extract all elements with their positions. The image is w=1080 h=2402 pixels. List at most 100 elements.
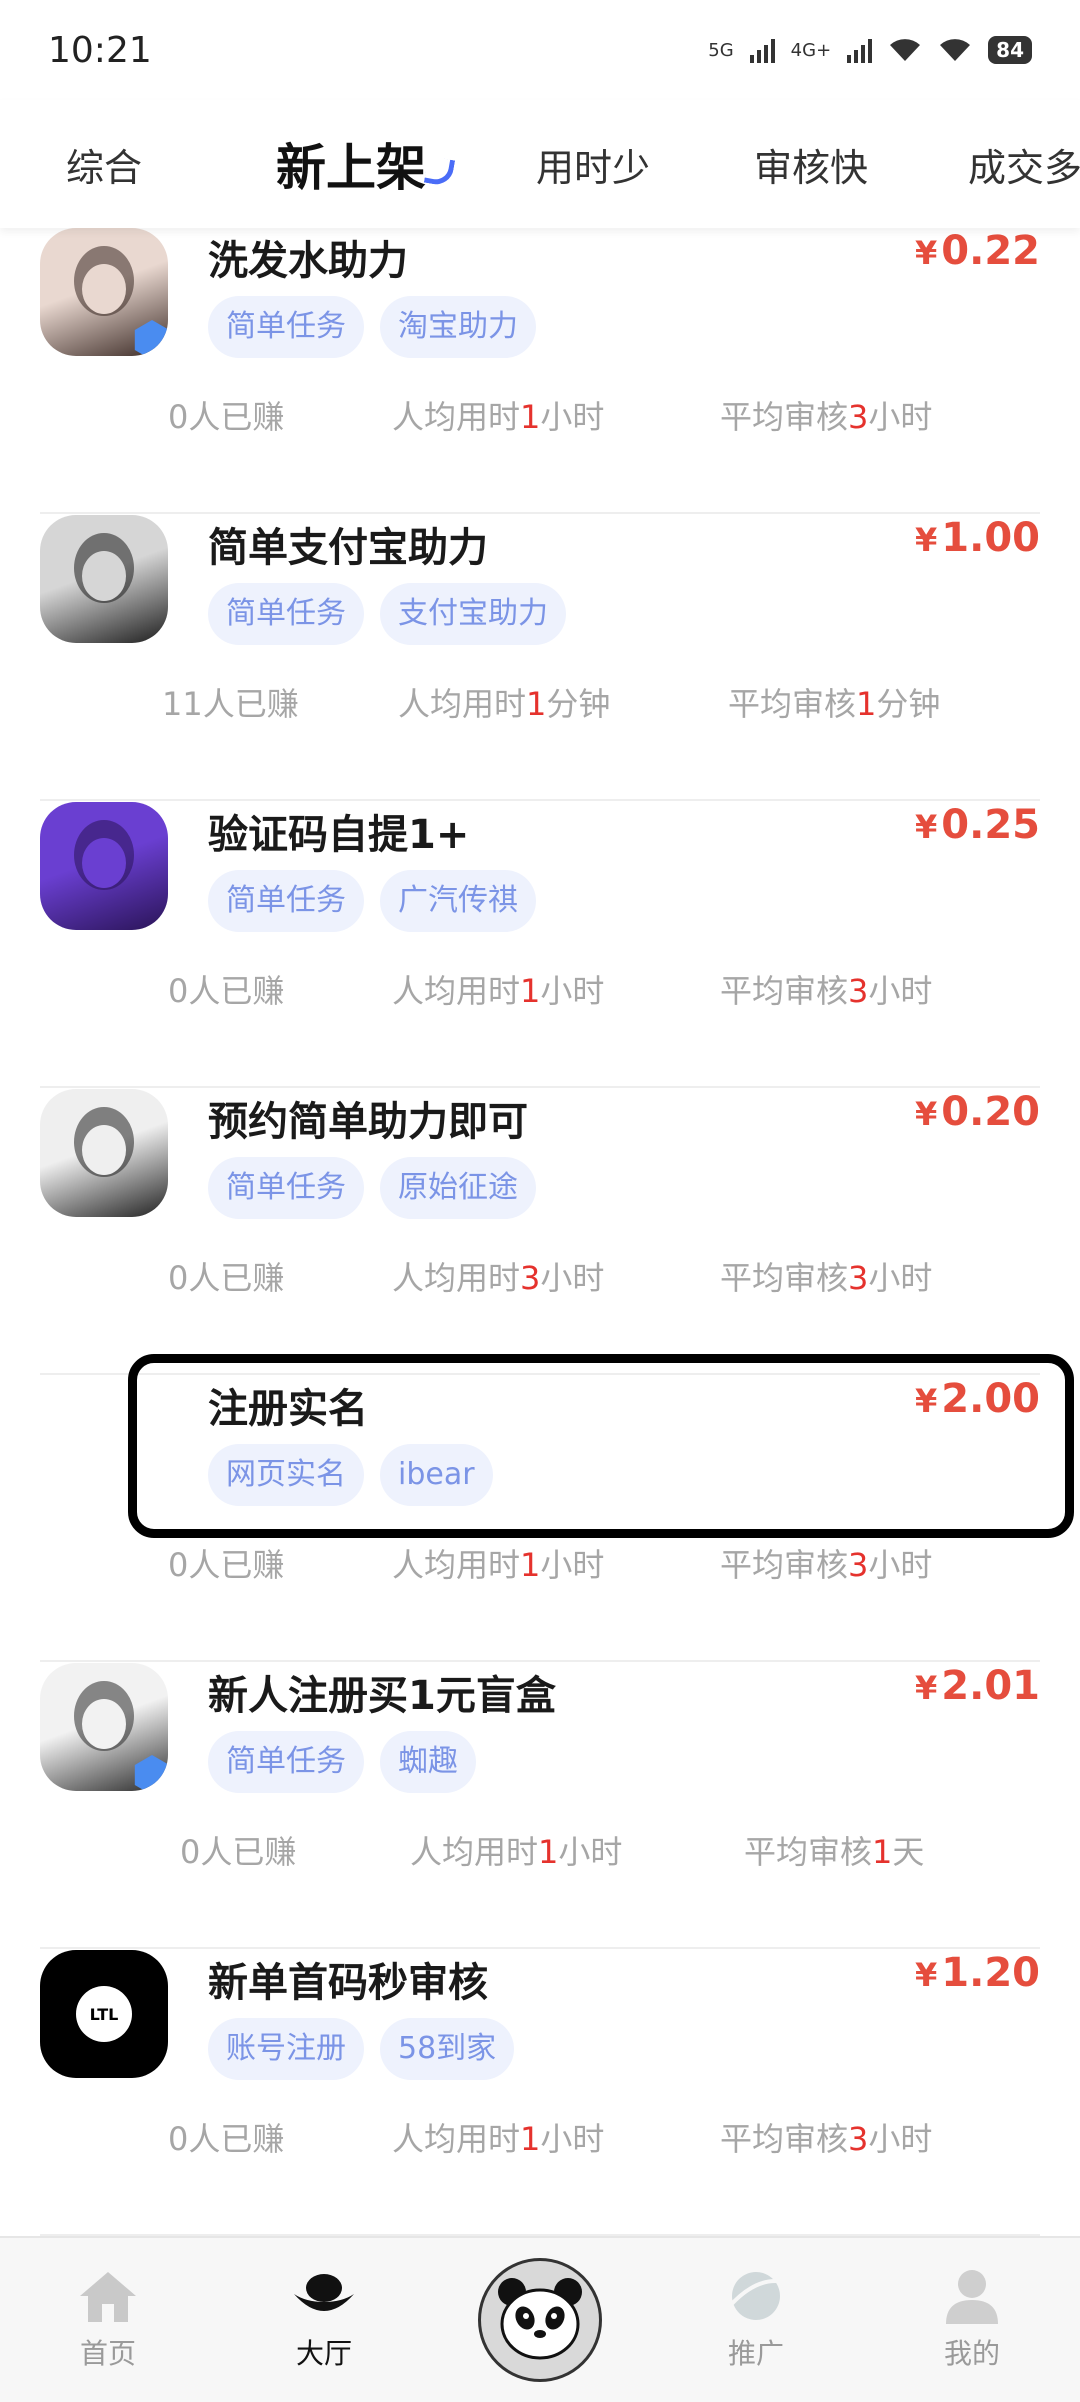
- tab-new-listings[interactable]: 新上架: [276, 128, 426, 200]
- user-icon: [946, 2270, 998, 2324]
- avg-review-unit: 小时: [868, 398, 933, 436]
- avg-time: 人均用时1小时: [392, 392, 604, 438]
- network-5g-label: 5G: [708, 39, 734, 61]
- task-item[interactable]: LTL 新单首码秒审核 ¥1.20 账号注册 58到家 0人已赚 人均用时1小时…: [40, 1950, 1040, 2236]
- avg-review: 平均审核1天: [744, 1827, 924, 1873]
- avg-review-unit: 小时: [868, 1546, 933, 1584]
- avg-time-num: 1: [526, 685, 547, 723]
- tab-most-deals[interactable]: 成交多: [968, 137, 1080, 192]
- earned-count: 11人已赚: [162, 685, 299, 723]
- task-tags: 简单任务 广汽传祺: [208, 870, 536, 932]
- avg-review-unit: 小时: [868, 2120, 933, 2158]
- currency-symbol: ¥: [915, 1956, 938, 1994]
- avg-review: 平均审核3小时: [720, 1540, 932, 1586]
- tab-comprehensive[interactable]: 综合: [66, 137, 142, 192]
- avg-time-num: 1: [520, 1546, 541, 1584]
- avg-time-prefix: 人均用时: [392, 398, 521, 436]
- task-stats: 11人已赚 人均用时1分钟 平均审核1分钟: [40, 679, 1040, 727]
- avg-time-unit: 小时: [540, 398, 605, 436]
- task-item[interactable]: 简单支付宝助力 ¥1.00 简单任务 支付宝助力 11人已赚 人均用时1分钟 平…: [40, 515, 1040, 801]
- center-panda-button[interactable]: [478, 2258, 602, 2382]
- task-tags: 简单任务 支付宝助力: [208, 583, 566, 645]
- avg-review: 平均审核3小时: [720, 2114, 932, 2160]
- avatar[interactable]: [40, 1376, 168, 1504]
- nav-home[interactable]: 首页: [28, 2238, 188, 2402]
- avg-review: 平均审核3小时: [720, 392, 932, 438]
- avg-review-prefix: 平均审核: [720, 2120, 849, 2158]
- avatar[interactable]: [40, 228, 168, 356]
- task-tag: 简单任务: [208, 583, 364, 645]
- avg-review-unit: 天: [892, 1833, 925, 1871]
- nav-home-label: 首页: [79, 2337, 136, 2370]
- avg-review-prefix: 平均审核: [728, 685, 857, 723]
- task-price: ¥0.20: [915, 1089, 1040, 1135]
- task-title: 新单首码秒审核: [208, 1960, 488, 2006]
- avg-time: 人均用时1小时: [410, 1827, 622, 1873]
- tab-fast-review[interactable]: 审核快: [754, 137, 868, 192]
- nav-promote[interactable]: 推广: [676, 2238, 836, 2402]
- task-price: ¥1.20: [915, 1950, 1040, 1996]
- avatar[interactable]: LTL: [40, 1950, 168, 2078]
- price-value: 2.00: [941, 1376, 1040, 1422]
- task-tag: 简单任务: [208, 1157, 364, 1219]
- avatar[interactable]: [40, 1663, 168, 1791]
- task-item[interactable]: 注册实名 ¥2.00 网页实名 ibear 0人已赚 人均用时1小时 平均审核3…: [40, 1376, 1040, 1662]
- task-title: 验证码自提1+: [208, 812, 470, 858]
- panda-icon: [498, 2278, 582, 2360]
- task-item[interactable]: 新人注册买1元盲盒 ¥2.01 简单任务 蜘趣 0人已赚 人均用时1小时 平均审…: [40, 1663, 1040, 1949]
- avg-time: 人均用时1小时: [392, 1540, 604, 1586]
- task-tag: 网页实名: [208, 1444, 364, 1506]
- task-stats: 0人已赚 人均用时1小时 平均审核3小时: [40, 966, 1040, 1014]
- task-tags: 简单任务 淘宝助力: [208, 296, 536, 358]
- task-tag: 简单任务: [208, 870, 364, 932]
- avatar[interactable]: [40, 1089, 168, 1217]
- task-item[interactable]: 预约简单助力即可 ¥0.20 简单任务 原始征途 0人已赚 人均用时3小时 平均…: [40, 1089, 1040, 1375]
- price-value: 1.20: [941, 1950, 1040, 1996]
- avg-time-prefix: 人均用时: [392, 2120, 521, 2158]
- task-item[interactable]: 验证码自提1+ ¥0.25 简单任务 广汽传祺 0人已赚 人均用时1小时 平均审…: [40, 802, 1040, 1088]
- avg-review: 平均审核3小时: [720, 966, 932, 1012]
- avatar[interactable]: [40, 515, 168, 643]
- price-value: 2.01: [941, 1663, 1040, 1709]
- avg-time-unit: 小时: [540, 1546, 605, 1584]
- nav-promote-label: 推广: [727, 2337, 784, 2370]
- task-price: ¥2.00: [915, 1376, 1040, 1422]
- ingot-icon: [294, 2274, 354, 2311]
- task-title: 简单支付宝助力: [208, 525, 488, 571]
- task-title: 新人注册买1元盲盒: [208, 1673, 556, 1719]
- currency-symbol: ¥: [915, 1669, 938, 1707]
- task-tag: 蜘趣: [380, 1731, 476, 1793]
- task-tag: 支付宝助力: [380, 583, 566, 645]
- avg-time-prefix: 人均用时: [410, 1833, 539, 1871]
- tab-less-time[interactable]: 用时少: [536, 137, 650, 192]
- divider: [40, 1086, 1040, 1088]
- task-tag: 58到家: [380, 2018, 515, 2080]
- network-4g-label: 4G+: [790, 39, 832, 61]
- task-tag: 广汽传祺: [380, 870, 536, 932]
- avg-review-num: 3: [848, 2120, 869, 2158]
- nav-mine[interactable]: 我的: [892, 2238, 1052, 2402]
- avatar[interactable]: [40, 802, 168, 930]
- earned-count: 0人已赚: [168, 398, 285, 436]
- nav-hall[interactable]: 大厅: [244, 2238, 404, 2402]
- avg-review-prefix: 平均审核: [720, 972, 849, 1010]
- task-title: 洗发水助力: [208, 238, 408, 284]
- battery-icon: 84: [988, 36, 1032, 64]
- currency-symbol: ¥: [915, 808, 938, 846]
- avg-time-unit: 小时: [540, 972, 605, 1010]
- wifi-icon-2: [940, 39, 971, 61]
- avg-time-prefix: 人均用时: [398, 685, 527, 723]
- earned-count: 0人已赚: [168, 1546, 285, 1584]
- nav-hall-label: 大厅: [295, 2337, 352, 2370]
- task-tag: ibear: [380, 1444, 493, 1506]
- avg-time: 人均用时1小时: [392, 966, 604, 1012]
- task-stats: 0人已赚 人均用时3小时 平均审核3小时: [40, 1253, 1040, 1301]
- avg-review-prefix: 平均审核: [720, 1259, 849, 1297]
- wifi-icon: [890, 39, 921, 61]
- avg-review: 平均审核3小时: [720, 1253, 932, 1299]
- task-price: ¥2.01: [915, 1663, 1040, 1709]
- avg-time-prefix: 人均用时: [392, 972, 521, 1010]
- task-item[interactable]: 洗发水助力 ¥0.22 简单任务 淘宝助力 0人已赚 人均用时1小时 平均审核3…: [40, 228, 1040, 514]
- avg-review-unit: 小时: [868, 972, 933, 1010]
- avg-time: 人均用时1分钟: [398, 679, 610, 725]
